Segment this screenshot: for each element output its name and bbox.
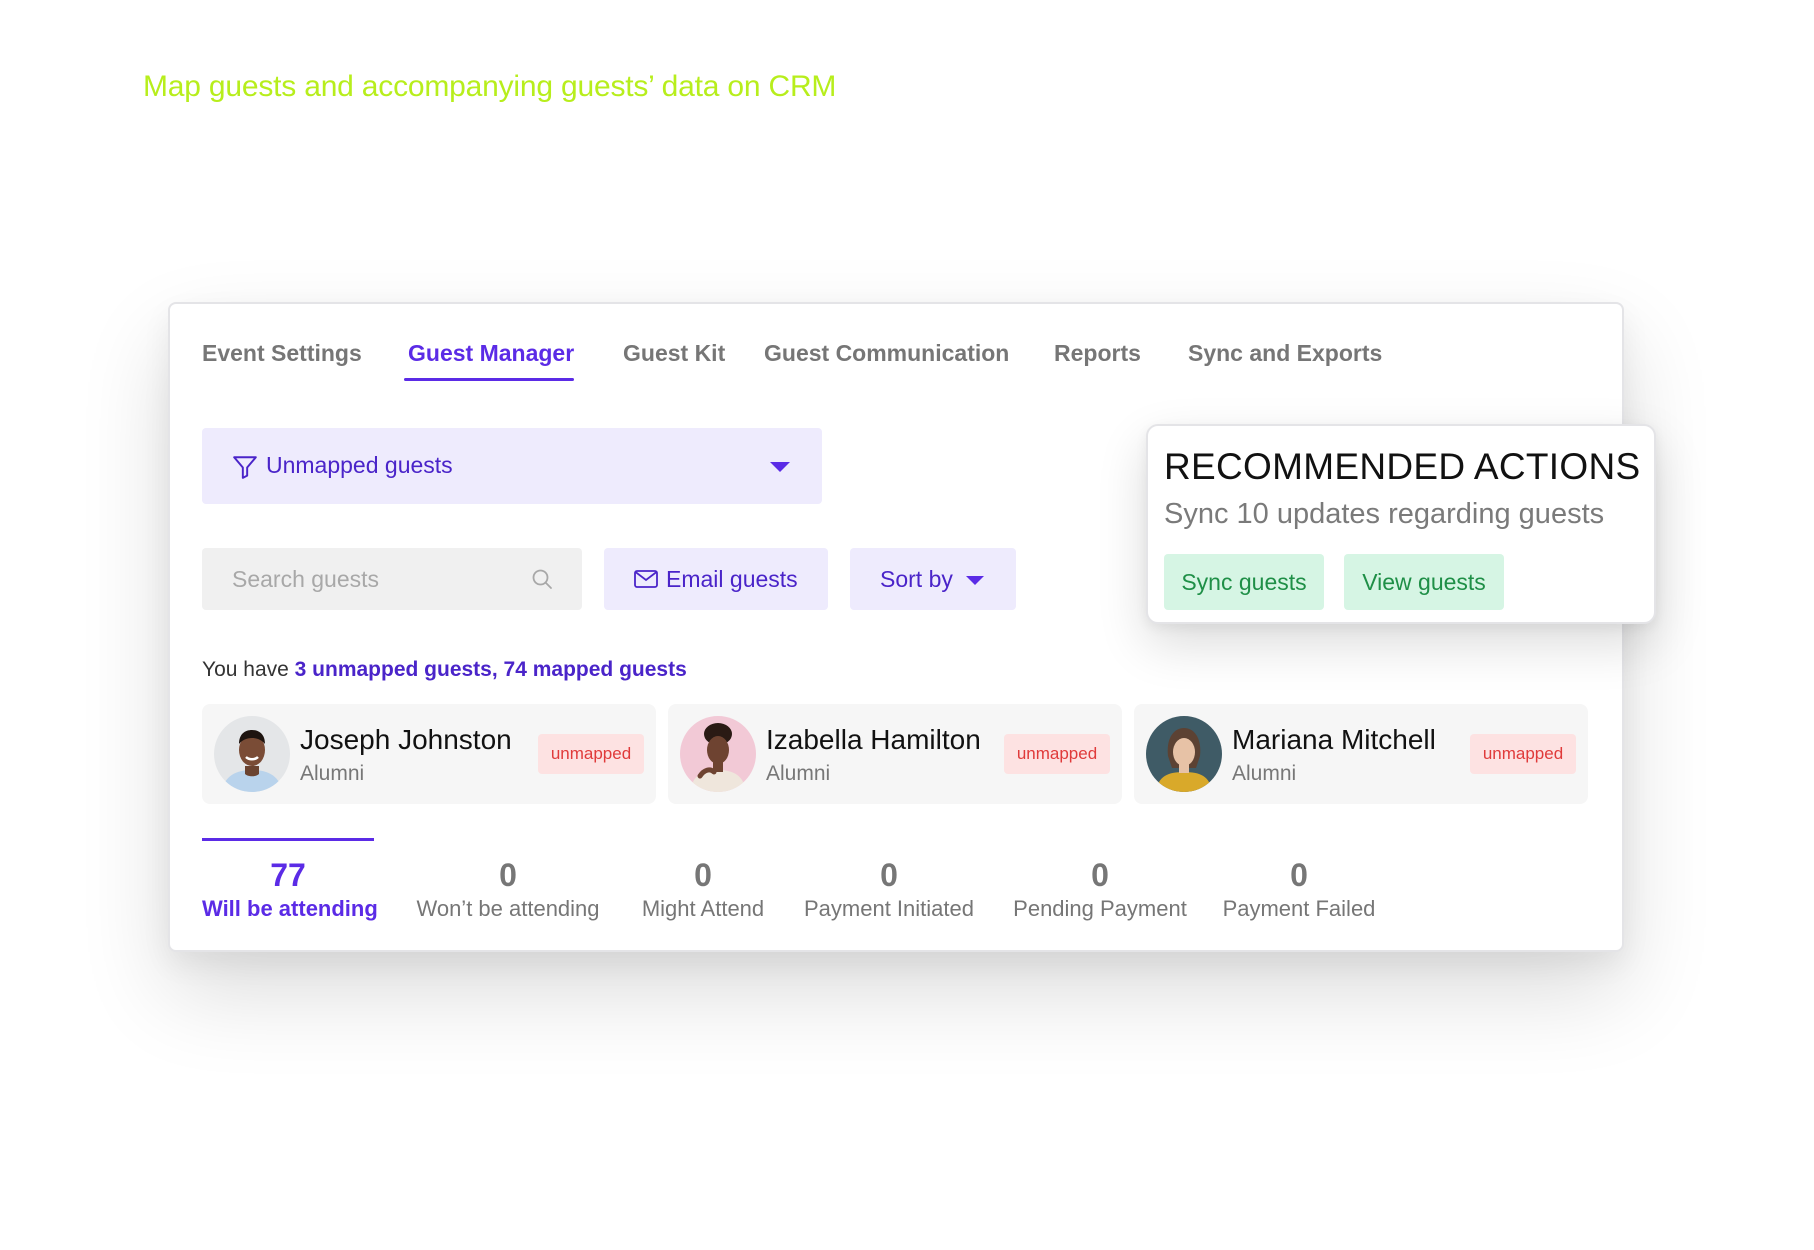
avatar xyxy=(680,716,756,792)
guest-card[interactable]: Izabella Hamilton Alumni unmapped xyxy=(668,704,1122,804)
active-stat-indicator xyxy=(202,838,374,841)
funnel-icon xyxy=(233,456,257,479)
tab-event-settings[interactable]: Event Settings xyxy=(202,340,362,367)
stat-label: Won’t be attending xyxy=(416,896,600,921)
view-guests-button[interactable]: View guests xyxy=(1344,554,1504,610)
stat-payment-initiated[interactable]: 0 Payment Initiated xyxy=(800,838,978,922)
stat-label: Will be attending xyxy=(202,896,378,921)
sort-by-button[interactable]: Sort by xyxy=(850,548,1016,610)
guest-role: Alumni xyxy=(1232,762,1297,785)
guest-filter-dropdown[interactable]: Unmapped guests xyxy=(202,428,822,504)
guest-name: Izabella Hamilton xyxy=(766,724,981,755)
stat-label: Payment Initiated xyxy=(804,896,974,921)
avatar xyxy=(1146,716,1222,792)
email-guests-label: Email guests xyxy=(666,566,798,592)
stat-wont-be-attending[interactable]: 0 Won’t be attending xyxy=(410,838,606,922)
tab-bar: Event Settings Guest Manager Guest Kit G… xyxy=(170,304,1622,384)
guest-role: Alumni xyxy=(300,762,365,785)
sort-by-label: Sort by xyxy=(880,566,953,592)
tab-guest-manager[interactable]: Guest Manager xyxy=(408,340,574,367)
guest-manager-panel: Event Settings Guest Manager Guest Kit G… xyxy=(168,302,1624,952)
tab-guest-kit[interactable]: Guest Kit xyxy=(623,340,725,367)
mapped-count-link[interactable]: 74 mapped guests xyxy=(504,658,687,681)
search-icon[interactable] xyxy=(530,567,554,591)
guest-name: Joseph Johnston xyxy=(300,724,512,755)
caret-down-icon xyxy=(966,576,984,585)
active-tab-indicator xyxy=(404,378,574,381)
envelope-icon xyxy=(634,570,658,588)
status-badge: unmapped xyxy=(1004,734,1110,774)
guest-name: Mariana Mitchell xyxy=(1232,724,1436,755)
stat-value: 77 xyxy=(270,857,306,893)
stat-might-attend[interactable]: 0 Might Attend xyxy=(636,838,770,922)
search-box xyxy=(202,548,582,610)
stat-pending-payment[interactable]: 0 Pending Payment xyxy=(1010,838,1190,922)
guest-card[interactable]: Joseph Johnston Alumni unmapped xyxy=(202,704,656,804)
stat-label: Pending Payment xyxy=(1013,896,1187,921)
status-badge: unmapped xyxy=(538,734,644,774)
stat-will-be-attending[interactable]: 77 Will be attending xyxy=(202,838,378,922)
guest-summary: You have 3 unmapped guests, 74 mapped gu… xyxy=(202,658,687,682)
sync-guests-button[interactable]: Sync guests xyxy=(1164,554,1324,610)
tab-guest-communication[interactable]: Guest Communication xyxy=(764,340,1009,367)
search-input[interactable] xyxy=(202,548,582,610)
stat-value: 0 xyxy=(499,857,517,893)
guest-role: Alumni xyxy=(766,762,831,785)
guest-card[interactable]: Mariana Mitchell Alumni unmapped xyxy=(1134,704,1588,804)
email-guests-button[interactable]: Email guests xyxy=(604,548,828,610)
summary-separator: , xyxy=(491,658,504,681)
stat-value: 0 xyxy=(694,857,712,893)
status-badge: unmapped xyxy=(1470,734,1576,774)
summary-prefix: You have xyxy=(202,658,295,681)
stat-value: 0 xyxy=(1091,857,1109,893)
chevron-down-icon xyxy=(770,462,790,472)
stat-payment-failed[interactable]: 0 Payment Failed xyxy=(1220,838,1378,922)
stat-label: Might Attend xyxy=(641,896,765,921)
stat-value: 0 xyxy=(1290,857,1308,893)
recommended-actions-popover: RECOMMENDED ACTIONS Sync 10 updates rega… xyxy=(1146,424,1656,624)
recommended-actions-subtitle: Sync 10 updates regarding guests xyxy=(1164,498,1605,530)
tab-reports[interactable]: Reports xyxy=(1054,340,1141,367)
tab-sync-and-exports[interactable]: Sync and Exports xyxy=(1188,340,1382,367)
stat-label: Payment Failed xyxy=(1222,896,1376,921)
filter-label: Unmapped guests xyxy=(266,452,453,478)
avatar xyxy=(214,716,290,792)
rsvp-stats: 77 Will be attending 0 Won’t be attendin… xyxy=(170,838,1622,938)
stat-value: 0 xyxy=(880,857,898,893)
recommended-actions-title: RECOMMENDED ACTIONS xyxy=(1164,446,1641,487)
unmapped-count-link[interactable]: 3 unmapped guests xyxy=(295,658,492,681)
page-headline: Map guests and accompanying guests’ data… xyxy=(143,70,837,103)
